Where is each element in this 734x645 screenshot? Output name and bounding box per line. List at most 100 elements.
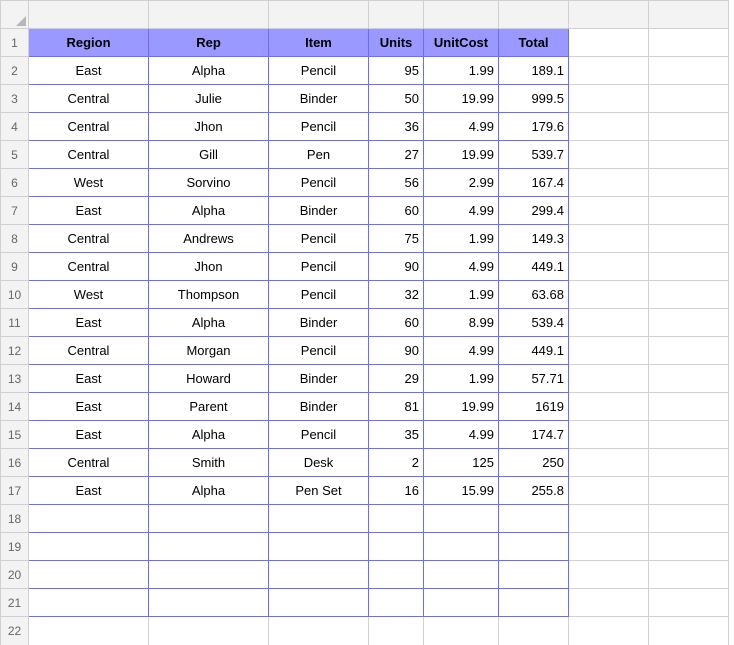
data-cell[interactable]: Pencil <box>269 253 369 281</box>
data-cell[interactable]: Gill <box>149 141 269 169</box>
empty-cell[interactable] <box>649 281 729 309</box>
data-cell[interactable]: 1619 <box>499 393 569 421</box>
row-header[interactable]: 17 <box>1 477 29 505</box>
empty-cell[interactable] <box>569 85 649 113</box>
empty-data-cell[interactable] <box>29 533 149 561</box>
empty-cell[interactable] <box>649 365 729 393</box>
row-header[interactable]: 2 <box>1 57 29 85</box>
data-cell[interactable]: Binder <box>269 197 369 225</box>
data-cell[interactable]: 2.99 <box>424 169 499 197</box>
row-header[interactable]: 20 <box>1 561 29 589</box>
column-header[interactable] <box>269 1 369 29</box>
data-cell[interactable]: 95 <box>369 57 424 85</box>
data-cell[interactable]: 1.99 <box>424 57 499 85</box>
row-header[interactable]: 13 <box>1 365 29 393</box>
data-cell[interactable]: 999.5 <box>499 85 569 113</box>
column-header[interactable] <box>569 1 649 29</box>
column-header[interactable] <box>424 1 499 29</box>
data-cell[interactable]: 60 <box>369 197 424 225</box>
data-cell[interactable]: East <box>29 309 149 337</box>
table-header-cell[interactable]: Rep <box>149 29 269 57</box>
empty-cell[interactable] <box>649 589 729 617</box>
data-cell[interactable]: 4.99 <box>424 421 499 449</box>
empty-cell[interactable] <box>649 29 729 57</box>
row-header[interactable]: 22 <box>1 617 29 645</box>
empty-data-cell[interactable] <box>29 505 149 533</box>
empty-cell[interactable] <box>649 57 729 85</box>
data-cell[interactable]: 19.99 <box>424 393 499 421</box>
data-cell[interactable]: 29 <box>369 365 424 393</box>
data-cell[interactable]: 149.3 <box>499 225 569 253</box>
empty-data-cell[interactable] <box>424 533 499 561</box>
data-cell[interactable]: Alpha <box>149 421 269 449</box>
empty-cell[interactable] <box>569 197 649 225</box>
empty-data-cell[interactable] <box>269 589 369 617</box>
empty-cell[interactable] <box>569 561 649 589</box>
empty-data-cell[interactable] <box>424 589 499 617</box>
empty-cell[interactable] <box>569 141 649 169</box>
empty-data-cell[interactable] <box>499 505 569 533</box>
data-cell[interactable]: 57.71 <box>499 365 569 393</box>
column-header[interactable] <box>499 1 569 29</box>
row-header[interactable]: 18 <box>1 505 29 533</box>
data-cell[interactable]: Central <box>29 337 149 365</box>
empty-data-cell[interactable] <box>499 533 569 561</box>
data-cell[interactable]: 250 <box>499 449 569 477</box>
data-cell[interactable]: Pencil <box>269 421 369 449</box>
data-cell[interactable]: Pencil <box>269 281 369 309</box>
empty-cell[interactable] <box>569 533 649 561</box>
empty-cell[interactable] <box>649 393 729 421</box>
empty-cell[interactable] <box>569 113 649 141</box>
data-cell[interactable]: Sorvino <box>149 169 269 197</box>
data-cell[interactable]: 75 <box>369 225 424 253</box>
empty-cell[interactable] <box>569 449 649 477</box>
empty-cell[interactable] <box>649 561 729 589</box>
empty-data-cell[interactable] <box>149 505 269 533</box>
empty-data-cell[interactable] <box>149 589 269 617</box>
data-cell[interactable]: Alpha <box>149 309 269 337</box>
data-cell[interactable]: Pencil <box>269 57 369 85</box>
empty-cell[interactable] <box>149 617 269 645</box>
data-cell[interactable]: 449.1 <box>499 337 569 365</box>
empty-cell[interactable] <box>649 337 729 365</box>
data-cell[interactable]: Julie <box>149 85 269 113</box>
empty-cell[interactable] <box>424 617 499 645</box>
empty-data-cell[interactable] <box>369 505 424 533</box>
data-cell[interactable]: 8.99 <box>424 309 499 337</box>
row-header[interactable]: 9 <box>1 253 29 281</box>
data-cell[interactable]: 81 <box>369 393 424 421</box>
data-cell[interactable]: Central <box>29 449 149 477</box>
data-cell[interactable]: Central <box>29 253 149 281</box>
data-cell[interactable]: East <box>29 393 149 421</box>
data-cell[interactable]: Binder <box>269 85 369 113</box>
empty-data-cell[interactable] <box>269 533 369 561</box>
empty-cell[interactable] <box>569 309 649 337</box>
data-cell[interactable]: West <box>29 169 149 197</box>
data-cell[interactable]: 1.99 <box>424 281 499 309</box>
spreadsheet[interactable]: 1RegionRepItemUnitsUnitCostTotal2EastAlp… <box>0 0 729 645</box>
row-header[interactable]: 14 <box>1 393 29 421</box>
data-cell[interactable]: 56 <box>369 169 424 197</box>
row-header[interactable]: 8 <box>1 225 29 253</box>
empty-data-cell[interactable] <box>29 561 149 589</box>
data-cell[interactable]: 16 <box>369 477 424 505</box>
data-cell[interactable]: 4.99 <box>424 253 499 281</box>
empty-data-cell[interactable] <box>29 589 149 617</box>
table-header-cell[interactable]: Total <box>499 29 569 57</box>
table-header-cell[interactable]: Units <box>369 29 424 57</box>
data-cell[interactable]: 4.99 <box>424 197 499 225</box>
data-cell[interactable]: 19.99 <box>424 85 499 113</box>
empty-cell[interactable] <box>649 197 729 225</box>
column-header[interactable] <box>369 1 424 29</box>
row-header[interactable]: 5 <box>1 141 29 169</box>
data-cell[interactable]: 4.99 <box>424 113 499 141</box>
empty-cell[interactable] <box>649 309 729 337</box>
empty-data-cell[interactable] <box>499 589 569 617</box>
data-cell[interactable]: Pen <box>269 141 369 169</box>
data-cell[interactable]: 32 <box>369 281 424 309</box>
data-cell[interactable]: 125 <box>424 449 499 477</box>
data-cell[interactable]: Parent <box>149 393 269 421</box>
empty-cell[interactable] <box>569 589 649 617</box>
empty-cell[interactable] <box>269 617 369 645</box>
empty-cell[interactable] <box>569 505 649 533</box>
